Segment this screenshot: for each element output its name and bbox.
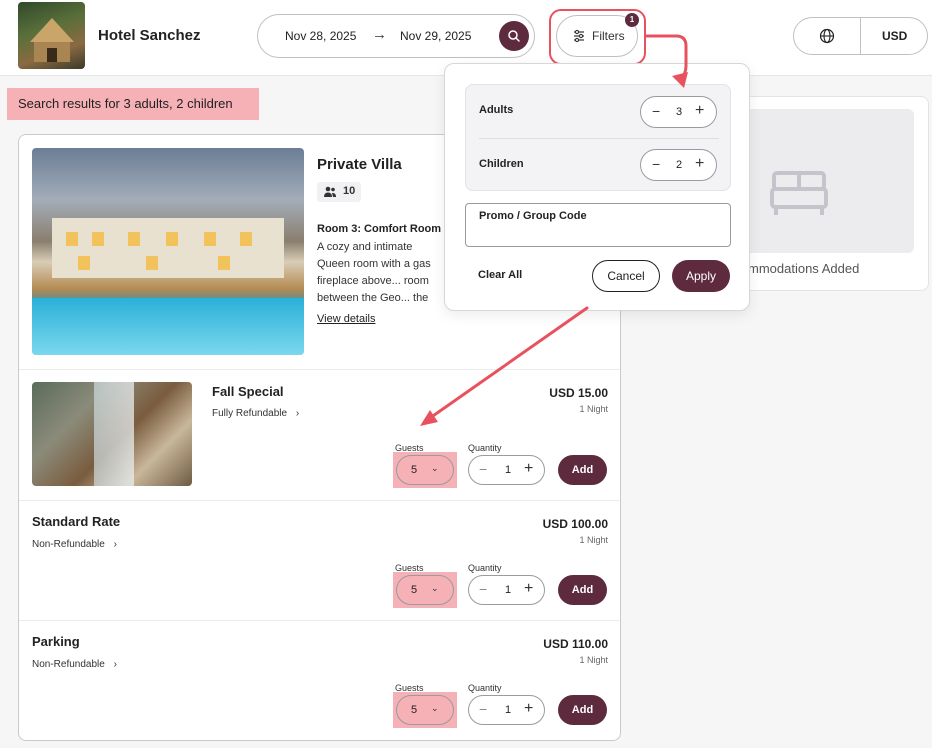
children-value: 2 [676, 159, 683, 171]
cart-panel: mmodations Added [724, 96, 929, 291]
plus-icon[interactable]: + [524, 700, 533, 718]
apply-button[interactable]: Apply [672, 260, 730, 292]
divider [479, 138, 719, 139]
quantity-label: Quantity [468, 563, 502, 573]
plus-icon[interactable]: + [524, 460, 533, 478]
chevron-right-icon: › [113, 539, 117, 550]
chevron-down-icon: ⌄ [431, 703, 439, 713]
filters-label: Filters [592, 29, 625, 43]
rate-name: Fall Special [212, 384, 284, 399]
quantity-value: 1 [505, 584, 512, 596]
chevron-right-icon: › [295, 408, 300, 419]
rate-unit: 1 Night [579, 404, 608, 414]
guests-value: 5 [411, 704, 418, 716]
room-title: Private Villa [317, 156, 402, 173]
children-label: Children [479, 158, 524, 170]
plus-icon[interactable]: + [695, 102, 704, 120]
bed-icon [770, 171, 828, 215]
promo-code-field[interactable]: Promo / Group Code [465, 203, 731, 247]
divider [860, 18, 861, 54]
rate-row: Parking Non-Refundable › USD 110.00 1 Ni… [19, 620, 620, 740]
currency-selector[interactable]: USD [882, 29, 907, 43]
search-button[interactable] [499, 21, 529, 51]
locale-currency-group: USD [793, 17, 928, 55]
guests-value: 5 [411, 464, 418, 476]
filters-popover: Adults − 3 + Children − 2 + Promo / Grou… [444, 63, 750, 311]
date-range-picker[interactable]: Nov 28, 2025 → Nov 29, 2025 [257, 14, 535, 58]
guests-select[interactable]: 5 ⌄ [396, 575, 454, 605]
search-results-summary: Search results for 3 adults, 2 children [7, 88, 259, 120]
cart-placeholder [737, 109, 914, 253]
rate-price: USD 100.00 [542, 517, 608, 531]
rate-photo[interactable] [32, 382, 192, 486]
plus-icon[interactable]: + [695, 155, 704, 173]
rate-policy-label: Non-Refundable [32, 539, 105, 550]
occupancy-box: Adults − 3 + Children − 2 + [465, 84, 731, 191]
add-button[interactable]: Add [558, 575, 607, 605]
add-button[interactable]: Add [558, 455, 607, 485]
quantity-stepper[interactable]: − 1 + [468, 455, 545, 485]
filters-count-badge: 1 [625, 13, 639, 27]
check-out-date[interactable]: Nov 29, 2025 [400, 29, 471, 43]
rate-unit: 1 Night [579, 535, 608, 545]
rate-policy-link[interactable]: Non-Refundable › [32, 539, 117, 550]
add-button[interactable]: Add [558, 695, 607, 725]
room-photo[interactable] [32, 148, 304, 355]
clear-all-button[interactable]: Clear All [478, 269, 522, 281]
rate-policy-link[interactable]: Non-Refundable › [32, 659, 117, 670]
children-stepper[interactable]: − 2 + [640, 149, 717, 181]
rate-price: USD 110.00 [543, 637, 608, 651]
rate-row: Standard Rate Non-Refundable › USD 100.0… [19, 500, 620, 620]
plus-icon[interactable]: + [524, 580, 533, 598]
cart-empty-text: mmodations Added [748, 261, 860, 276]
quantity-label: Quantity [468, 443, 502, 453]
filter-sliders-icon [574, 29, 584, 43]
guests-select[interactable]: 5 ⌄ [396, 695, 454, 725]
guests-value: 5 [411, 584, 418, 596]
capacity-value: 10 [343, 185, 356, 197]
quantity-value: 1 [505, 704, 512, 716]
promo-code-label: Promo / Group Code [479, 210, 587, 222]
minus-icon[interactable]: − [652, 103, 660, 119]
rate-price: USD 15.00 [549, 386, 608, 400]
globe-icon[interactable] [819, 28, 835, 44]
minus-icon[interactable]: − [652, 156, 660, 172]
rate-name: Standard Rate [32, 514, 121, 529]
rate-policy-link[interactable]: Fully Refundable › [212, 408, 299, 419]
guests-icon [324, 186, 336, 197]
quantity-value: 1 [505, 464, 512, 476]
room-subtitle: Room 3: Comfort Room [317, 223, 442, 235]
minus-icon[interactable]: − [479, 581, 487, 597]
chevron-down-icon: ⌄ [431, 583, 439, 593]
arrow-right-icon: → [372, 26, 387, 43]
search-icon [508, 30, 520, 42]
quantity-label: Quantity [468, 683, 502, 693]
room-description: A cozy and intimate Queen room with a ga… [317, 241, 431, 304]
check-in-date[interactable]: Nov 28, 2025 [285, 29, 356, 43]
rate-name: Parking [32, 634, 80, 649]
rate-policy-label: Non-Refundable [32, 659, 105, 670]
adults-stepper[interactable]: − 3 + [640, 96, 717, 128]
hotel-name: Hotel Sanchez [98, 27, 201, 44]
cancel-button[interactable]: Cancel [592, 260, 660, 292]
capacity-badge: 10 [317, 182, 362, 202]
chevron-down-icon: ⌄ [431, 463, 439, 473]
adults-value: 3 [676, 106, 683, 118]
hotel-logo[interactable] [18, 2, 85, 69]
rate-unit: 1 Night [579, 655, 608, 665]
chevron-right-icon: › [113, 659, 117, 670]
quantity-stepper[interactable]: − 1 + [468, 695, 545, 725]
guests-select[interactable]: 5 ⌄ [396, 455, 454, 485]
minus-icon[interactable]: − [479, 701, 487, 717]
minus-icon[interactable]: − [479, 461, 487, 477]
rate-policy-label: Fully Refundable [212, 408, 288, 419]
view-details-link[interactable]: View details [317, 313, 376, 325]
adults-label: Adults [479, 104, 514, 116]
quantity-stepper[interactable]: − 1 + [468, 575, 545, 605]
